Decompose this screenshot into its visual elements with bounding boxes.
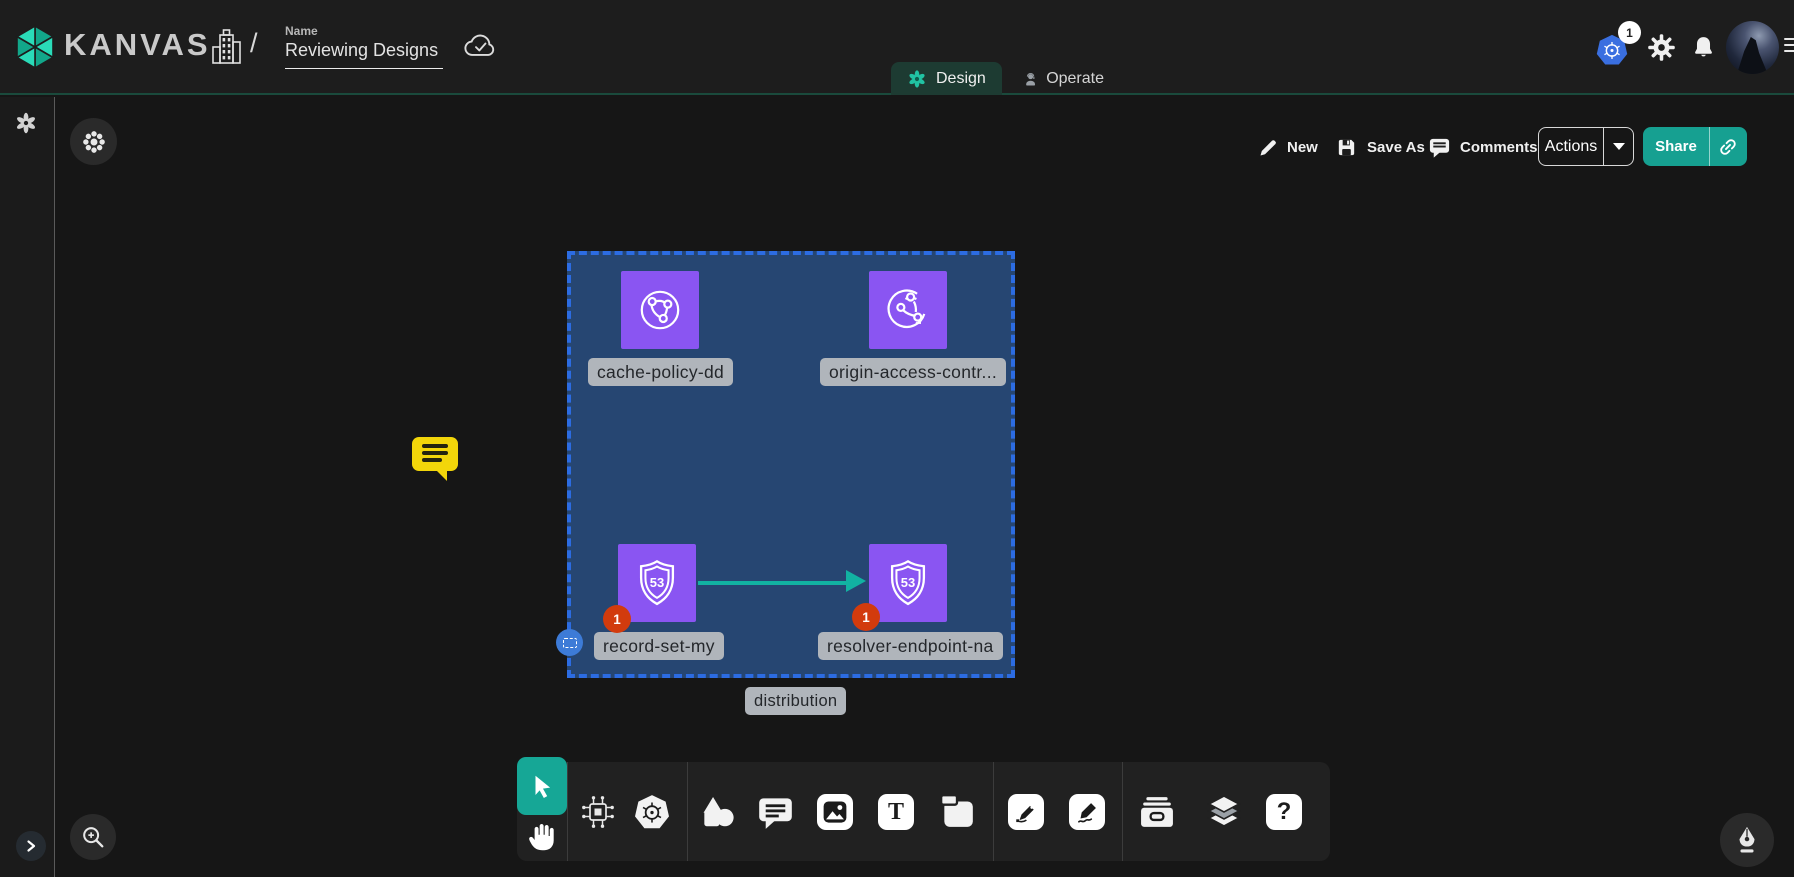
design-swirl-icon [907, 69, 927, 89]
image-tool[interactable] [817, 794, 853, 830]
text-tool[interactable]: T [878, 794, 914, 830]
help-glyph: ? [1277, 800, 1292, 824]
tab-operate[interactable]: Operate [1008, 62, 1120, 95]
organization-building-icon[interactable] [210, 26, 242, 70]
logo-text: KANVAS [64, 27, 211, 63]
floppy-save-icon [1335, 136, 1358, 159]
hand-tool-button[interactable] [526, 818, 558, 854]
user-avatar[interactable] [1726, 21, 1779, 74]
design-name-label: Name [285, 24, 318, 38]
edge-arrowhead [846, 570, 866, 592]
alert-badge-resolver-endpoint[interactable]: 1 [852, 603, 880, 631]
copy-link-button[interactable] [1710, 137, 1746, 157]
link-icon [1718, 137, 1738, 157]
tab-design-label: Design [936, 70, 986, 88]
pen-path-icon [1013, 799, 1039, 825]
group-label-distribution[interactable]: distribution [745, 687, 846, 715]
comments-bubble-icon [1428, 136, 1451, 159]
node-label-origin-access[interactable]: origin-access-contr... [820, 358, 1006, 386]
sidebar-swirl-icon[interactable] [14, 111, 38, 135]
selection-handle-icon [563, 638, 577, 648]
new-button[interactable]: New [1256, 128, 1318, 166]
infrastructure-chip-tool[interactable] [579, 793, 617, 831]
node-record-set[interactable]: 53 [618, 544, 696, 622]
top-header: KANVAS / Name [0, 0, 1794, 95]
node-cache-policy[interactable] [621, 271, 699, 349]
pen-mode-button[interactable] [1720, 813, 1774, 867]
breadcrumb-separator: / [250, 28, 258, 59]
node-label-cache-policy[interactable]: cache-policy-dd [588, 358, 733, 386]
frame-tool[interactable] [938, 792, 976, 830]
new-button-label: New [1287, 139, 1318, 156]
kubernetes-count-badge: 1 [1618, 21, 1641, 44]
tab-operate-label: Operate [1046, 70, 1104, 88]
node-label-record-set[interactable]: record-set-my [594, 632, 724, 660]
hand-icon [526, 818, 558, 854]
kanvas-logo-icon [12, 24, 58, 70]
text-tool-glyph: T [888, 800, 904, 824]
left-sidebar [0, 97, 55, 877]
chevron-down-icon [1613, 143, 1625, 150]
pencil-draw-icon [1074, 799, 1100, 825]
toolbar-separator [993, 762, 994, 861]
chevron-right-icon [24, 839, 38, 853]
shapes-tool[interactable] [698, 793, 736, 831]
pencil-tool[interactable] [1069, 794, 1105, 830]
node-label-resolver-endpoint[interactable]: resolver-endpoint-na [818, 632, 1003, 660]
svg-text:53: 53 [650, 575, 664, 590]
tab-design[interactable]: Design [891, 62, 1002, 95]
toolbar-separator [567, 762, 568, 861]
route53-shield-icon: 53 [882, 557, 934, 609]
actions-dropdown-toggle[interactable] [1604, 143, 1633, 150]
magnifier-plus-icon [80, 824, 106, 850]
comment-tool[interactable] [757, 794, 794, 831]
cloudfront-globe-icon [882, 284, 934, 336]
cursor-arrow-icon [529, 773, 555, 799]
route53-shield-icon: 53 [631, 557, 683, 609]
pen-tool[interactable] [1008, 794, 1044, 830]
pencil-new-icon [1256, 136, 1278, 158]
operator-headset-icon [1024, 66, 1037, 92]
alert-badge-record-set[interactable]: 1 [603, 605, 631, 633]
comments-button[interactable]: Comments [1428, 128, 1538, 166]
canvas-options-button[interactable] [70, 118, 117, 165]
share-button-label: Share [1643, 138, 1709, 155]
save-as-button[interactable]: Save As [1335, 128, 1425, 166]
flower-gear-icon [81, 129, 107, 155]
settings-gear-icon[interactable] [1646, 32, 1677, 63]
image-icon [821, 799, 849, 825]
node-origin-access-control[interactable] [869, 271, 947, 349]
canvas-comment-marker[interactable] [412, 437, 458, 481]
select-tool-button[interactable] [517, 757, 567, 815]
selection-handle[interactable] [556, 629, 583, 656]
cloudfront-globe-icon [634, 284, 686, 336]
bottom-toolbar: T [517, 762, 1330, 861]
pen-nib-icon [1733, 825, 1761, 855]
actions-dropdown-button[interactable]: Actions [1538, 127, 1634, 166]
toolbar-separator [1122, 762, 1123, 861]
zoom-in-button[interactable] [70, 814, 116, 860]
archive-tool[interactable] [1138, 795, 1176, 829]
layers-tool[interactable] [1205, 792, 1243, 830]
share-button[interactable]: Share [1643, 127, 1747, 166]
node-resolver-endpoint[interactable]: 53 [869, 544, 947, 622]
cloud-saved-icon [462, 30, 500, 62]
actions-button-label: Actions [1539, 138, 1603, 156]
toolbar-separator [687, 762, 688, 861]
svg-text:53: 53 [901, 575, 915, 590]
expand-sidebar-button[interactable] [16, 831, 46, 861]
comments-button-label: Comments [1460, 139, 1538, 156]
comment-bubble-tail [436, 470, 447, 481]
kubernetes-tool[interactable] [633, 793, 671, 831]
save-as-button-label: Save As [1367, 139, 1425, 156]
design-name-input[interactable] [285, 40, 443, 69]
app-window: KANVAS / Name [0, 0, 1794, 877]
edge-record-to-resolver[interactable] [698, 581, 848, 585]
notifications-bell-icon[interactable] [1689, 32, 1718, 63]
help-tool[interactable]: ? [1266, 794, 1302, 830]
hamburger-menu-icon[interactable] [1784, 34, 1794, 56]
